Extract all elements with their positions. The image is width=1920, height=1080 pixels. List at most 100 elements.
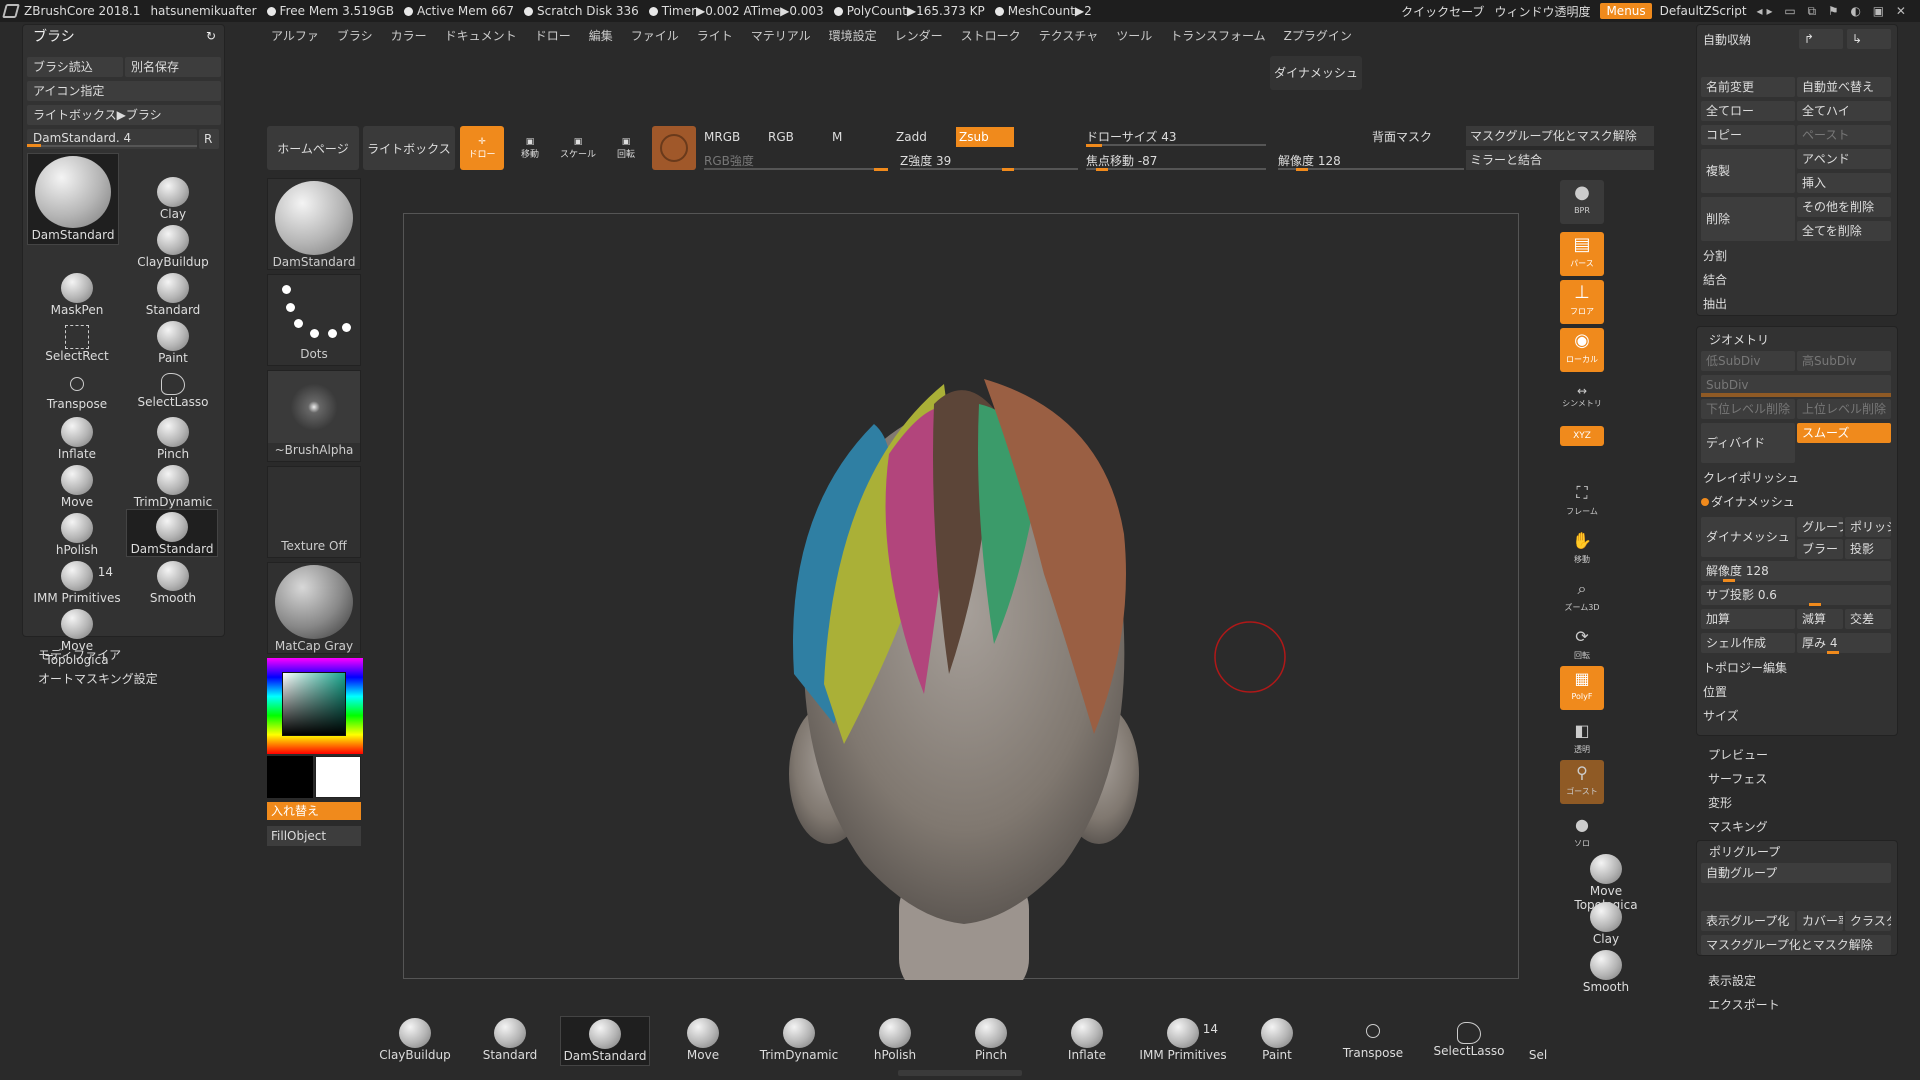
brush-move[interactable]: Move xyxy=(31,463,123,511)
mask-group-button[interactable]: マスクグループ化とマスク解除 xyxy=(1466,126,1654,146)
lightbox-button[interactable]: ライトボックス xyxy=(363,126,455,170)
bottom-brush-sel[interactable]: Sel xyxy=(1520,1016,1556,1066)
menu-zplugin[interactable]: Zプラグイン xyxy=(1275,24,1361,46)
menu-texture[interactable]: テクスチャ xyxy=(1030,24,1108,46)
resolution-slider[interactable]: 解像度 128 xyxy=(1278,152,1341,169)
bpr-button[interactable]: ● BPR xyxy=(1560,180,1604,224)
current-brush-tile[interactable]: DamStandard xyxy=(267,178,361,270)
lightbox-brush-button[interactable]: ライトボックス▶ブラシ xyxy=(27,105,221,125)
subproject-slider[interactable]: サブ投影 0.6 xyxy=(1701,585,1891,605)
color-picker[interactable] xyxy=(282,672,346,736)
delete-higher-button[interactable]: 上位レベル削除 xyxy=(1797,399,1891,419)
bottom-shelf-scroll-handle[interactable] xyxy=(898,1070,1022,1076)
current-brush-slider[interactable]: DamStandard. 4 xyxy=(27,129,197,149)
intersect-button[interactable]: 交差 xyxy=(1845,609,1891,629)
move-mode-button[interactable]: ▣ 移動 xyxy=(508,126,552,170)
insert-button[interactable]: 挿入 xyxy=(1797,173,1891,193)
delete-all-button[interactable]: 全てを削除 xyxy=(1797,221,1891,241)
homepage-button[interactable]: ホームページ xyxy=(267,126,359,170)
backface-mask-button[interactable]: 背面マスク xyxy=(1372,128,1432,145)
modifier-section[interactable]: モディファイア xyxy=(38,646,121,663)
brush-smooth[interactable]: Smooth xyxy=(127,559,219,607)
arrow-down-icon[interactable]: ↳ xyxy=(1847,29,1891,49)
fill-object-button[interactable]: FillObject xyxy=(267,826,361,846)
coverage-slider[interactable]: カバー率 xyxy=(1797,911,1843,931)
icon-button[interactable]: アイコン指定 xyxy=(27,81,221,101)
shelf-brush-clay[interactable]: Clay xyxy=(1560,900,1652,948)
z-intensity-slider[interactable]: Z強度 39 xyxy=(900,152,951,169)
menu-document[interactable]: ドキュメント xyxy=(436,24,526,46)
subtract-button[interactable]: 減算 xyxy=(1797,609,1843,629)
mrgb-button[interactable]: MRGB xyxy=(704,130,740,144)
menu-color[interactable]: カラー xyxy=(382,24,436,46)
bottom-brush-standard[interactable]: Standard xyxy=(465,1016,555,1066)
load-brush-button[interactable]: ブラシ読込 xyxy=(27,57,123,77)
autosort-button[interactable]: 自動並べ替え xyxy=(1797,77,1891,97)
material-tile[interactable]: MatCap Gray xyxy=(267,562,361,654)
swap-colors-button[interactable]: 入れ替え xyxy=(267,802,361,820)
window-transparency-toggle[interactable]: ウィンドウ透明度 xyxy=(1494,3,1590,20)
menu-file[interactable]: ファイル xyxy=(622,24,688,46)
menu-preferences[interactable]: 環境設定 xyxy=(820,24,886,46)
primary-color-swatch[interactable] xyxy=(315,756,361,798)
stroke-tile[interactable]: Dots xyxy=(267,274,361,366)
dynamesh-button[interactable]: ダイナメッシュ xyxy=(1701,517,1795,557)
claypolish-menu[interactable]: クレイポリッシュ xyxy=(1703,469,1799,486)
topology-menu[interactable]: トポロジー編集 xyxy=(1703,659,1787,676)
blur-slider[interactable]: ブラー xyxy=(1797,539,1843,559)
duplicate-button[interactable]: 複製 xyxy=(1701,149,1795,193)
brush-damstandard-large[interactable]: DamStandard xyxy=(27,153,119,245)
bottom-brush-hpolish[interactable]: hPolish xyxy=(850,1016,940,1066)
window-controls-icon[interactable]: ◂▸ ▭ ⧉ ⚑ ◐ ▣ ✕ xyxy=(1757,4,1910,19)
delete-lower-button[interactable]: 下位レベル削除 xyxy=(1701,399,1795,419)
preview-menu[interactable]: プレビュー xyxy=(1708,746,1768,763)
all-low-button[interactable]: 全てロー xyxy=(1701,101,1795,121)
visible-group-button[interactable]: 表示グループ化 xyxy=(1701,911,1795,931)
deform-menu[interactable]: 変形 xyxy=(1708,794,1732,811)
masking-menu[interactable]: マスキング xyxy=(1708,818,1768,835)
thickness-slider[interactable]: 厚み 4 xyxy=(1797,633,1891,653)
material-swatch-button[interactable] xyxy=(652,126,696,170)
export-menu[interactable]: エクスポート xyxy=(1708,996,1780,1013)
viewport-canvas[interactable] xyxy=(403,213,1519,999)
dynamesh-top-button[interactable]: ダイナメッシュ xyxy=(1270,56,1362,90)
polyframe-button[interactable]: ▦ PolyF xyxy=(1560,666,1604,710)
menu-draw[interactable]: ドロー xyxy=(526,24,580,46)
bottom-brush-pinch[interactable]: Pinch xyxy=(946,1016,1036,1066)
mask-group-unmask-button[interactable]: マスクグループ化とマスク解除 xyxy=(1701,935,1891,955)
move-view-button[interactable]: ✋ 移動 xyxy=(1560,528,1604,572)
quicksave-button[interactable]: クイックセーブ xyxy=(1401,3,1484,20)
project-toggle[interactable]: 投影 xyxy=(1845,539,1891,559)
automask-section[interactable]: オートマスキング設定 xyxy=(38,670,158,687)
shelf-brush-smooth[interactable]: Smooth xyxy=(1560,948,1652,996)
surface-menu[interactable]: サーフェス xyxy=(1708,770,1767,787)
brush-inflate[interactable]: Inflate xyxy=(31,415,123,463)
menus-toggle[interactable]: Menus xyxy=(1600,3,1652,19)
delete-other-button[interactable]: その他を削除 xyxy=(1797,197,1891,217)
draw-mode-button[interactable]: ✛ ドロー xyxy=(460,126,504,170)
all-high-button[interactable]: 全てハイ xyxy=(1797,101,1891,121)
bottom-brush-transpose[interactable]: Transpose xyxy=(1328,1016,1418,1066)
shelf-brush-move-topologica[interactable]: Move Topologica xyxy=(1560,852,1652,912)
merge-menu[interactable]: 結合 xyxy=(1703,271,1727,288)
divide-button[interactable]: ディバイド xyxy=(1701,423,1795,463)
autosave-toggle[interactable]: 自動収納 xyxy=(1703,31,1751,48)
menu-transform[interactable]: トランスフォーム xyxy=(1161,24,1274,46)
menu-brush[interactable]: ブラシ xyxy=(328,24,382,46)
brush-standard[interactable]: Standard xyxy=(127,271,219,319)
bottom-brush-damstandard[interactable]: DamStandard xyxy=(560,1016,650,1066)
menu-tool[interactable]: ツール xyxy=(1107,24,1161,46)
extract-menu[interactable]: 抽出 xyxy=(1703,295,1727,312)
brush-clay[interactable]: Clay xyxy=(127,175,219,223)
bottom-brush-imm-primitives[interactable]: IMM Primitives 14 xyxy=(1138,1016,1228,1066)
draw-size-slider[interactable]: ドローサイズ 43 xyxy=(1086,128,1177,145)
rgb-button[interactable]: RGB xyxy=(768,130,794,144)
add-button[interactable]: 加算 xyxy=(1701,609,1795,629)
geometry-header[interactable]: ジオメトリ xyxy=(1709,331,1769,348)
rotate-view-button[interactable]: ⟳ 回転 xyxy=(1560,624,1604,668)
brush-pinch[interactable]: Pinch xyxy=(127,415,219,463)
split-menu[interactable]: 分割 xyxy=(1703,247,1727,264)
secondary-color-swatch[interactable] xyxy=(267,756,313,798)
transparent-button[interactable]: ◧ 透明 xyxy=(1560,718,1604,762)
zadd-button[interactable]: Zadd xyxy=(896,130,927,144)
